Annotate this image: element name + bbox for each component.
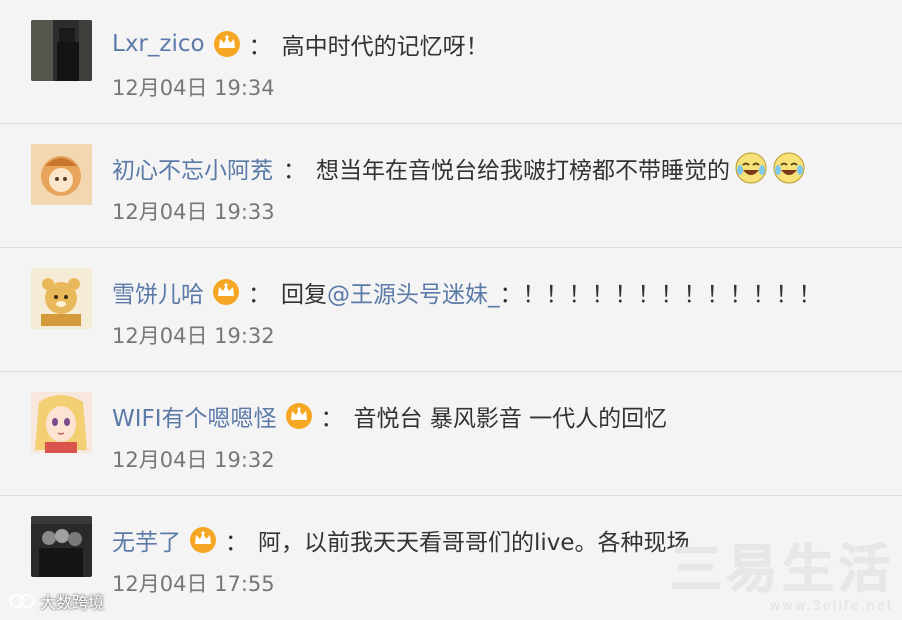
colon: ： [248, 282, 271, 308]
comment-line: 雪饼儿哈 ： 回复 @王源头号迷妹_ ：！！！！！！！！！！！！！ [112, 274, 822, 310]
username-link[interactable]: 无芋了 [112, 523, 181, 557]
comment-line: 初心不忘小阿茺 ： 想当年在音悦台给我啵打榜都不带睡觉的 [112, 150, 806, 186]
avatar[interactable] [31, 144, 92, 205]
vip-crown-icon [211, 30, 243, 58]
site-watermark-title: 三易生活 [669, 540, 894, 600]
source-watermark: 大数跨境 [8, 589, 104, 613]
comment-text: 高中时代的记忆呀！ [281, 34, 489, 60]
username-link[interactable]: WIFI有个嗯嗯怪 [112, 399, 277, 433]
timestamp: 12月04日 19:34 [112, 76, 275, 100]
vip-crown-icon [283, 402, 315, 430]
comment-list: Lxr_zico ： 高中时代的记忆呀！ 12月04日 19:34 初心不忘小阿… [0, 0, 902, 620]
username-link[interactable]: Lxr_zico [112, 31, 205, 57]
vip-crown-icon [210, 278, 242, 306]
comment-line: WIFI有个嗯嗯怪 ： 音悦台 暴风影音 一代人的回忆 [112, 398, 667, 434]
colon: ： [283, 158, 306, 184]
comment-text: 阿，以前我天天看哥哥们的live。各种现场 [258, 530, 690, 556]
avatar[interactable] [31, 20, 92, 81]
comment-line: 无芋了 ： 阿，以前我天天看哥哥们的live。各种现场 [112, 522, 690, 558]
comment-line: Lxr_zico ： 高中时代的记忆呀！ [112, 26, 489, 62]
comment-item: 初心不忘小阿茺 ： 想当年在音悦台给我啵打榜都不带睡觉的 12月04日 19:3… [0, 124, 902, 248]
avatar[interactable] [31, 392, 92, 453]
comment-item: WIFI有个嗯嗯怪 ： 音悦台 暴风影音 一代人的回忆 12月04日 19:32 [0, 372, 902, 496]
avatar[interactable] [31, 516, 92, 577]
timestamp: 12月04日 19:32 [112, 324, 275, 348]
reply-prefix: 回复 [281, 282, 327, 308]
laugh-cry-emoji-icon [734, 151, 768, 185]
mention-link[interactable]: @王源头号迷妹_ [327, 275, 500, 309]
username-link[interactable]: 初心不忘小阿茺 [112, 151, 273, 185]
timestamp: 12月04日 17:55 [112, 572, 275, 596]
colon: ： [320, 406, 344, 432]
avatar[interactable] [31, 268, 92, 329]
vip-crown-icon [187, 526, 219, 554]
site-watermark: 三易生活 www.3elife.net [670, 540, 894, 614]
brand-logo-icon [9, 594, 35, 608]
timestamp: 12月04日 19:32 [112, 448, 275, 472]
comment-text: ：！！！！！！！！！！！！！ [499, 282, 822, 308]
comment-text: 想当年在音悦台给我啵打榜都不带睡觉的 [316, 158, 730, 184]
comment-item: 雪饼儿哈 ： 回复 @王源头号迷妹_ ：！！！！！！！！！！！！！ 12月04日… [0, 248, 902, 372]
timestamp: 12月04日 19:33 [112, 200, 275, 224]
colon: ： [248, 34, 272, 60]
colon: ： [225, 530, 248, 556]
source-watermark-text: 大数跨境 [40, 593, 105, 612]
laugh-cry-emoji-icon [772, 151, 806, 185]
comment-item: Lxr_zico ： 高中时代的记忆呀！ 12月04日 19:34 [0, 0, 902, 124]
username-link[interactable]: 雪饼儿哈 [112, 275, 204, 309]
comment-text: 音悦台 暴风影音 一代人的回忆 [353, 406, 668, 432]
site-watermark-url: www.3elife.net [769, 599, 894, 614]
